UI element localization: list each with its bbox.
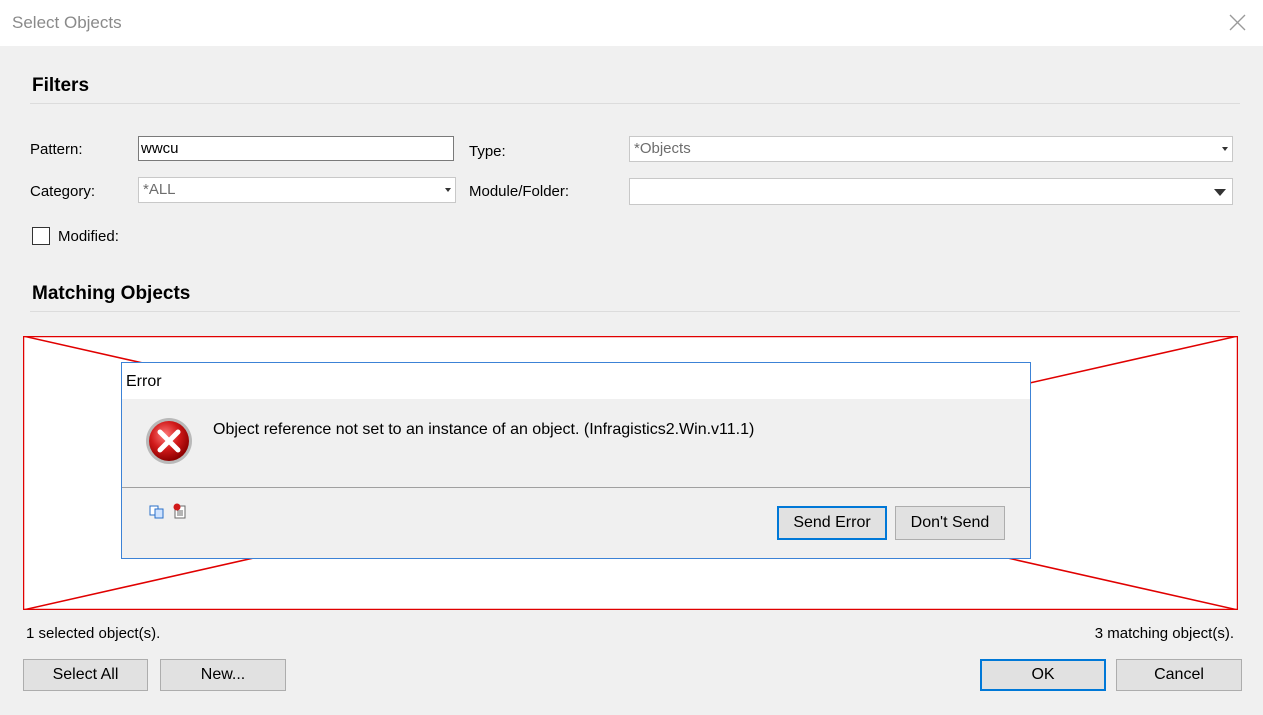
pattern-input[interactable]: wwcu xyxy=(138,136,454,161)
pattern-label: Pattern: xyxy=(30,141,83,158)
filters-heading: Filters xyxy=(32,75,90,96)
category-value: *ALL xyxy=(143,181,176,198)
title-bar xyxy=(0,0,1263,47)
type-label: Type: xyxy=(469,143,506,160)
category-select[interactable]: *ALL xyxy=(138,177,456,203)
select-all-button[interactable]: Select All xyxy=(23,659,148,691)
matching-count: 3 matching object(s). xyxy=(1094,625,1234,642)
type-select[interactable]: *Objects xyxy=(629,136,1233,162)
close-button[interactable] xyxy=(1219,6,1255,40)
close-icon xyxy=(1229,14,1246,31)
type-value: *Objects xyxy=(634,140,691,157)
modified-label: Modified: xyxy=(58,228,119,245)
ok-button[interactable]: OK xyxy=(980,659,1106,691)
send-error-button[interactable]: Send Error xyxy=(777,506,887,540)
cancel-button[interactable]: Cancel xyxy=(1116,659,1242,691)
error-details-button[interactable] xyxy=(172,503,188,523)
matching-objects-heading: Matching Objects xyxy=(32,283,191,304)
copy-details-button[interactable] xyxy=(149,505,165,523)
error-dialog-titlebar xyxy=(122,363,1030,399)
modified-checkbox[interactable] xyxy=(32,227,50,245)
selected-count: 1 selected object(s). xyxy=(26,625,161,642)
copy-icon xyxy=(149,505,164,519)
matching-divider xyxy=(30,311,1240,312)
error-dialog-title: Error xyxy=(126,373,162,390)
document-error-icon xyxy=(173,503,186,519)
error-message: Object reference not set to an instance … xyxy=(213,421,755,438)
new-button[interactable]: New... xyxy=(160,659,286,691)
error-dialog-divider xyxy=(122,487,1030,488)
module-folder-label: Module/Folder: xyxy=(469,183,570,200)
chevron-down-icon xyxy=(1222,147,1228,151)
error-icon xyxy=(144,416,194,470)
window-title: Select Objects xyxy=(12,13,122,32)
category-label: Category: xyxy=(30,183,96,200)
chevron-down-icon xyxy=(1214,189,1226,196)
module-folder-select[interactable] xyxy=(629,178,1233,205)
error-dialog: Error Object reference not set to an ins… xyxy=(121,362,1031,559)
dont-send-button[interactable]: Don't Send xyxy=(895,506,1005,540)
filters-divider xyxy=(30,103,1240,104)
chevron-down-icon xyxy=(445,188,451,192)
pattern-value: wwcu xyxy=(141,140,179,157)
